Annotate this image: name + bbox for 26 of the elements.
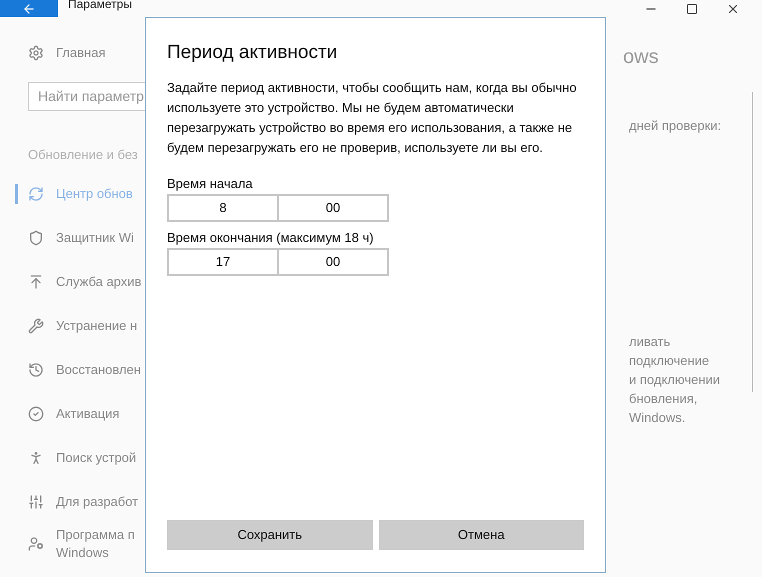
sidebar-item[interactable]: Программа п Windows [0, 524, 145, 564]
sidebar-item[interactable]: Поиск устрой [0, 436, 145, 480]
home-link[interactable]: Главная [56, 43, 106, 62]
sidebar-item[interactable]: Восстановлен [0, 348, 145, 392]
hour-picker[interactable]: 8 [167, 194, 279, 222]
info-paragraph: ливать подключение и подключении бновления, Windows. [629, 332, 722, 426]
window-title: Параметры [68, 0, 132, 10]
sidebar-item[interactable]: Активация [0, 392, 145, 436]
section-heading: Обновление и без [27, 146, 139, 164]
minute-picker[interactable]: 00 [279, 194, 389, 222]
minute-picker[interactable]: 00 [279, 248, 389, 276]
cancel-button[interactable]: Отмена [378, 520, 584, 550]
sidebar-item[interactable]: Защитник Wi [0, 216, 145, 260]
field-label: Время начала [167, 174, 254, 193]
dialog-title: Период активности [167, 41, 338, 65]
save-button[interactable]: Сохранить [167, 520, 372, 550]
search-field[interactable]: Найти параметр [28, 82, 145, 110]
sidebar-item[interactable]: Устранение н [0, 304, 145, 348]
sidebar-item[interactable]: Для разработ [0, 480, 145, 524]
field-label: Время окончания (максимум 18 ч) [167, 228, 375, 247]
sidebar-item[interactable]: Центр обнов [0, 172, 145, 216]
page-heading: ows [623, 45, 660, 69]
hour-picker[interactable]: 17 [167, 248, 279, 276]
dialog-description: Задайте период активности, чтобы сообщить нам, когда вы обычно используете это устройство. Мы не будем автоматически перезагружать устройство во время его использования, а также не будем перезагружать его не проверив, используете ли вы его. [167, 78, 578, 157]
status-text: дней проверки: [629, 117, 722, 135]
sidebar-item[interactable]: Служба архив [0, 260, 145, 304]
